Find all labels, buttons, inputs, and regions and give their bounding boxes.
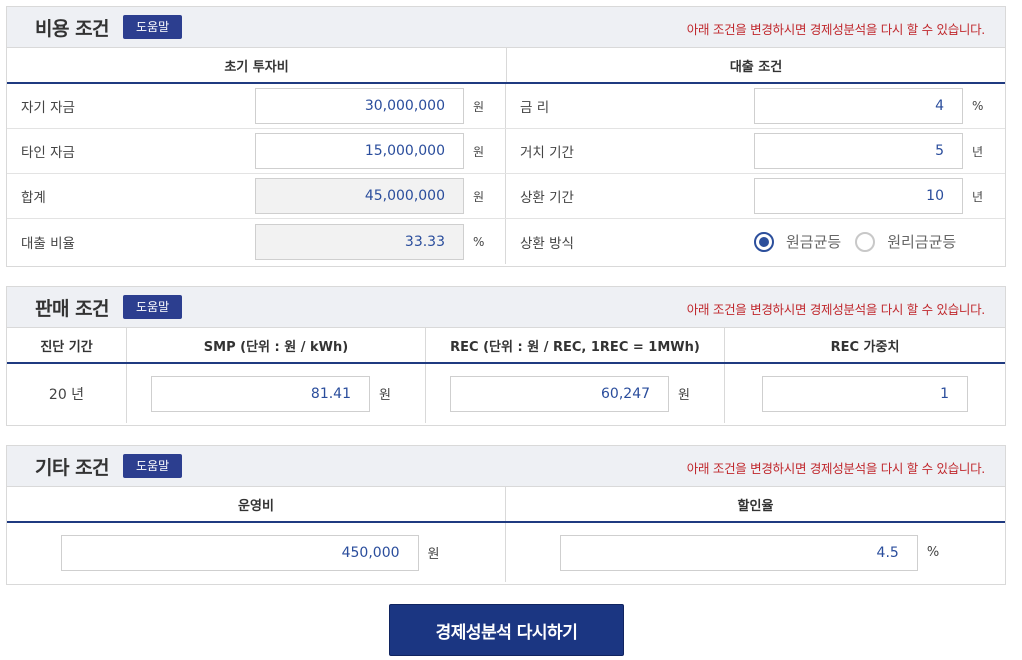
- cost-conditions-section: 비용 조건 도움말 아래 조건을 변경하시면 경제성분석을 다시 할 수 있습니…: [6, 6, 1006, 267]
- other-help-button[interactable]: 도움말: [123, 454, 183, 478]
- table-row: 합계 45,000,000 원 상환 기간 10 년: [7, 174, 1005, 219]
- discount-rate-input[interactable]: 4.5: [559, 534, 918, 571]
- sales-column-headers: 진단 기간 SMP (단위 : 원 / kWh) REC (단위 : 원 / R…: [7, 328, 1005, 364]
- period-value: 20 년: [48, 386, 85, 403]
- cost-help-button[interactable]: 도움말: [123, 15, 183, 39]
- total-unit: 원: [473, 189, 485, 204]
- equal-installment-label[interactable]: 원리금균등: [887, 231, 956, 252]
- other-section-title: 기타 조건: [35, 456, 110, 479]
- other-notice: 아래 조건을 변경하시면 경제성분석을 다시 할 수 있습니다.: [686, 461, 986, 476]
- borrowed-capital-input[interactable]: 15,000,000: [255, 133, 464, 169]
- table-row: 450,000 원 4.5 %: [7, 523, 1005, 582]
- interest-rate-unit: %: [972, 99, 984, 113]
- equal-principal-radio[interactable]: [754, 231, 774, 252]
- other-conditions-section: 기타 조건 도움말 아래 조건을 변경하시면 경제성분석을 다시 할 수 있습니…: [6, 445, 1006, 585]
- loan-ratio-label: 대출 비율: [21, 235, 75, 252]
- sales-notice: 아래 조건을 변경하시면 경제성분석을 다시 할 수 있습니다.: [686, 302, 986, 317]
- rec-input[interactable]: 60,247: [450, 375, 670, 412]
- period-header: 진단 기간: [7, 328, 127, 362]
- initial-investment-header: 초기 투자비: [7, 48, 507, 82]
- grace-period-input[interactable]: 5: [754, 133, 963, 169]
- own-capital-label: 자기 자금: [21, 100, 75, 116]
- sales-section-header: 판매 조건 도움말 아래 조건을 변경하시면 경제성분석을 다시 할 수 있습니…: [7, 287, 1005, 328]
- loan-conditions-header: 대출 조건: [729, 59, 783, 75]
- interest-rate-input[interactable]: 4: [754, 88, 963, 124]
- rerun-analysis-button[interactable]: 경제성분석 다시하기: [389, 604, 624, 656]
- rec-header: REC (단위 : 원 / REC, 1REC = 1MWh): [426, 328, 725, 362]
- cost-section-header: 비용 조건 도움말 아래 조건을 변경하시면 경제성분석을 다시 할 수 있습니…: [7, 7, 1005, 48]
- discount-rate-unit: %: [926, 545, 940, 560]
- cost-notice: 아래 조건을 변경하시면 경제성분석을 다시 할 수 있습니다.: [686, 22, 986, 37]
- table-row: 20 년 81.41 원 60,247 원 1: [7, 364, 1005, 423]
- repayment-period-input[interactable]: 10: [754, 178, 963, 214]
- total-field: 45,000,000: [255, 178, 464, 214]
- table-row: 타인 자금 15,000,000 원 거치 기간 5 년: [7, 129, 1005, 174]
- cost-column-headers: 초기 투자비 대출 조건: [7, 48, 1005, 84]
- total-label: 합계: [21, 190, 46, 206]
- borrowed-capital-label: 타인 자금: [21, 145, 75, 161]
- sales-conditions-section: 판매 조건 도움말 아래 조건을 변경하시면 경제성분석을 다시 할 수 있습니…: [6, 286, 1006, 426]
- loan-ratio-field: 33.33: [255, 223, 464, 260]
- grace-period-label: 거치 기간: [520, 145, 574, 161]
- sales-section-title: 판매 조건: [35, 297, 110, 320]
- repayment-method-label: 상환 방식: [520, 235, 574, 252]
- grace-period-unit: 년: [972, 144, 984, 159]
- loan-ratio-unit: %: [473, 234, 485, 249]
- sales-help-button[interactable]: 도움말: [123, 295, 183, 319]
- interest-rate-label: 금 리: [520, 100, 550, 116]
- smp-unit: 원: [379, 388, 391, 403]
- repayment-method-radio-group: 원금균등 원리금균등: [754, 219, 970, 264]
- rec-weight-input[interactable]: 1: [762, 375, 968, 412]
- smp-input[interactable]: 81.41: [151, 375, 371, 412]
- opex-header: 운영비: [7, 487, 506, 521]
- table-row: 대출 비율 33.33 % 상환 방식 원금균등 원리금균등: [7, 219, 1005, 264]
- rec-weight-header: REC 가중치: [830, 339, 900, 355]
- own-capital-unit: 원: [473, 99, 485, 114]
- own-capital-input[interactable]: 30,000,000: [255, 88, 464, 124]
- other-section-header: 기타 조건 도움말 아래 조건을 변경하시면 경제성분석을 다시 할 수 있습니…: [7, 446, 1005, 487]
- table-row: 자기 자금 30,000,000 원 금 리 4 %: [7, 84, 1005, 129]
- opex-unit: 원: [427, 547, 440, 562]
- rec-unit: 원: [678, 388, 690, 403]
- repayment-period-unit: 년: [972, 189, 984, 204]
- repayment-period-label: 상환 기간: [520, 190, 574, 206]
- smp-header: SMP (단위 : 원 / kWh): [127, 328, 426, 362]
- borrowed-capital-unit: 원: [473, 144, 485, 159]
- other-column-headers: 운영비 할인율: [7, 487, 1005, 523]
- discount-rate-header: 할인율: [737, 498, 774, 514]
- equal-installment-radio[interactable]: [855, 231, 876, 252]
- equal-principal-label[interactable]: 원금균등: [786, 231, 841, 252]
- cost-section-title: 비용 조건: [35, 17, 110, 40]
- opex-input[interactable]: 450,000: [60, 534, 419, 571]
